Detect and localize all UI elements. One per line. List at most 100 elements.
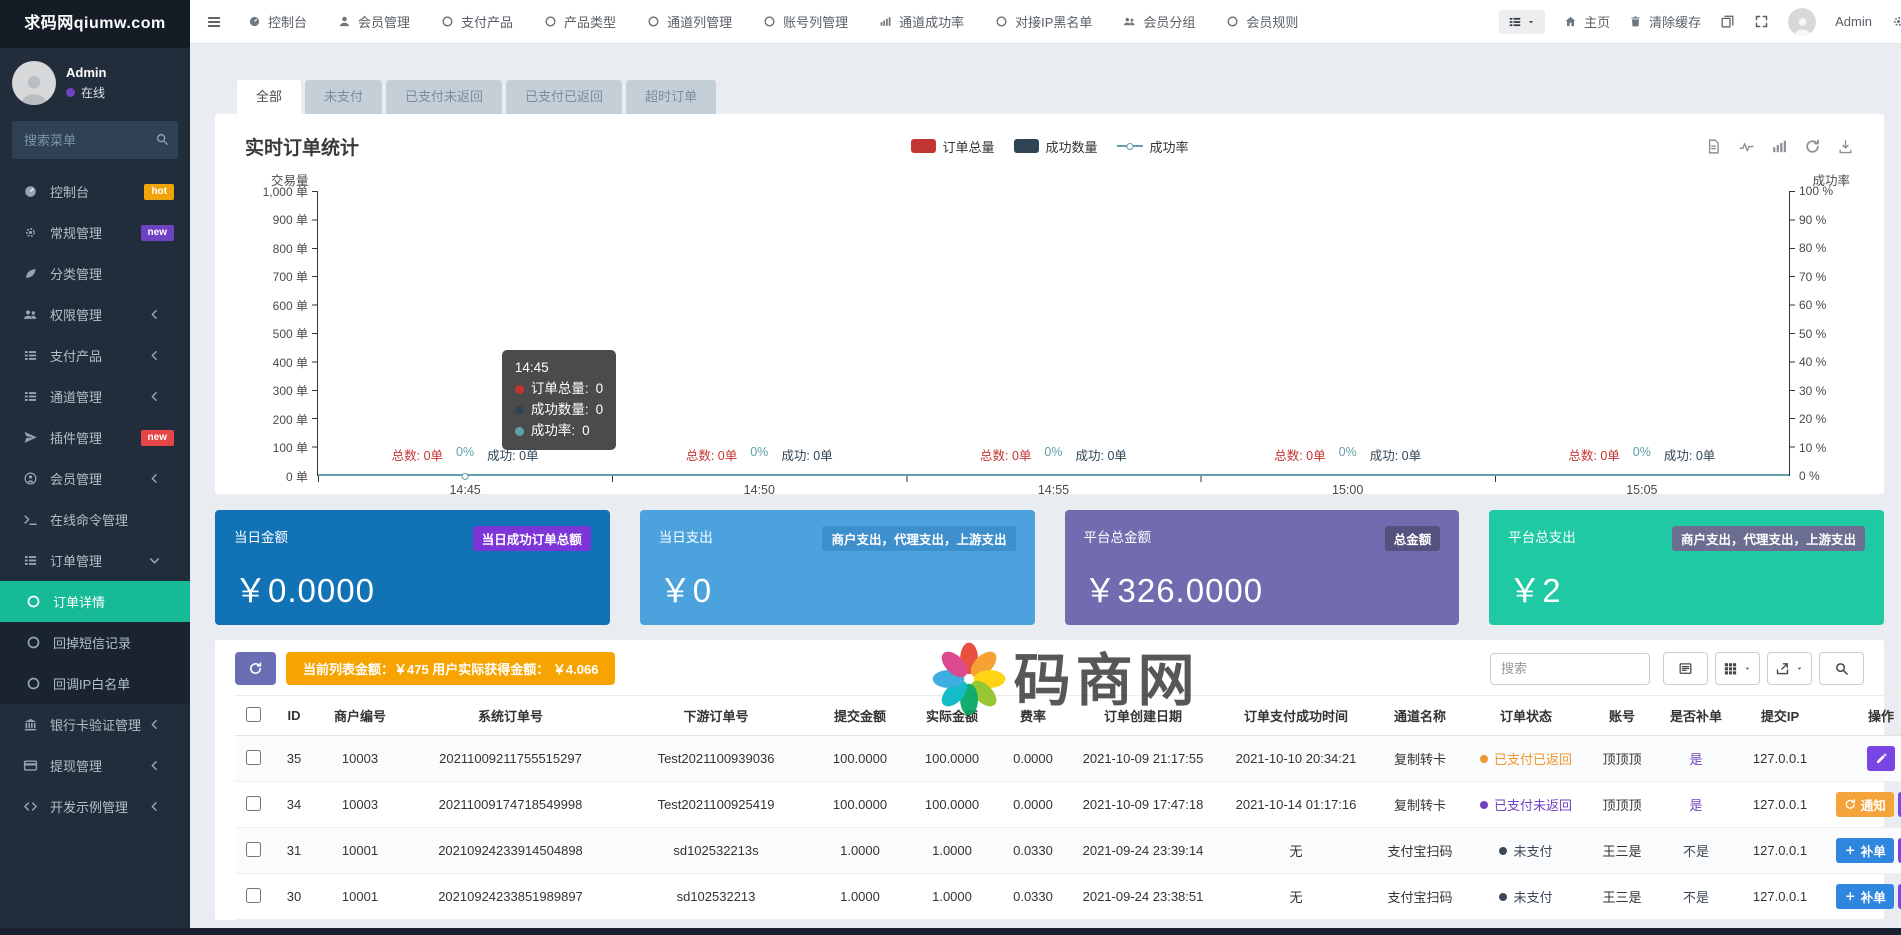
sidebar-item-3[interactable]: 权限管理	[0, 294, 190, 335]
edit-button[interactable]	[1867, 746, 1895, 771]
line-chart-icon[interactable]	[1738, 138, 1755, 155]
detail-view-button[interactable]	[1663, 652, 1708, 685]
sidebar-item-8[interactable]: 在线命令管理	[0, 499, 190, 540]
topnav-item-label: 会员规则	[1246, 12, 1298, 31]
column-header-7[interactable]: 订单创建日期	[1068, 696, 1218, 736]
column-header-2[interactable]: 系统订单号	[403, 696, 618, 736]
stat-card-value: ￥0	[659, 564, 1016, 612]
user-profile: Admin 在线	[0, 48, 190, 111]
docs-icon[interactable]	[1720, 14, 1735, 29]
row-checkbox[interactable]	[246, 796, 261, 811]
topnav-item-7[interactable]: 对接IP黑名单	[995, 12, 1092, 31]
topnav-item-5[interactable]: 账号列管理	[763, 12, 848, 31]
save-image-icon[interactable]	[1837, 138, 1854, 155]
sidebar-item-4[interactable]: 支付产品	[0, 335, 190, 376]
column-header-8[interactable]: 订单支付成功时间	[1218, 696, 1374, 736]
topnav-item-label: 支付产品	[461, 12, 513, 31]
refresh-button[interactable]	[235, 652, 276, 685]
legend-item-2[interactable]: 成功率	[1117, 137, 1189, 156]
cell-sys_no: 20211009174718549998	[403, 782, 618, 828]
topnav-item-4[interactable]: 通道列管理	[647, 12, 732, 31]
column-header-13[interactable]: 提交IP	[1734, 696, 1826, 736]
topnav-item-9[interactable]: 会员规则	[1226, 12, 1298, 31]
cell-merchant: 10001	[317, 874, 403, 920]
table-search-input[interactable]	[1490, 653, 1650, 685]
columns-grid-icon	[1723, 661, 1738, 676]
stat-card-label: 平台总支出	[1508, 526, 1576, 546]
columns-button[interactable]	[1715, 652, 1760, 685]
tab-1[interactable]: 未支付	[305, 80, 382, 114]
restore-icon[interactable]	[1804, 138, 1821, 155]
row-checkbox[interactable]	[246, 750, 261, 765]
legend-item-1[interactable]: 成功数量	[1013, 137, 1097, 156]
sidebar-item-7[interactable]: 会员管理	[0, 458, 190, 499]
sidebar-item-10[interactable]: 订单详情	[0, 581, 190, 622]
sidebar-item-14[interactable]: 提现管理	[0, 745, 190, 786]
amount-alert: 当前列表金额：￥475 用户实际获得金额： ￥4.066	[286, 652, 615, 685]
bar-chart-icon[interactable]	[1771, 138, 1788, 155]
tab-4[interactable]: 超时订单	[626, 80, 716, 114]
column-header-1[interactable]: 商户编号	[317, 696, 403, 736]
legend-item-0[interactable]: 订单总量	[910, 137, 994, 156]
topnav-item-3[interactable]: 产品类型	[544, 12, 616, 31]
sidebar-item-11[interactable]: 回掉短信记录	[0, 622, 190, 663]
sidebar-item-label: 会员管理	[50, 469, 102, 488]
topnav-item-6[interactable]: 通道成功率	[879, 12, 964, 31]
column-header-0[interactable]: ID	[271, 696, 317, 736]
topnav-item-8[interactable]: 会员分组	[1123, 12, 1195, 31]
sidebar-item-label: 订单详情	[53, 592, 105, 611]
table-search-button[interactable]	[1819, 652, 1864, 685]
sidebar-item-9[interactable]: 订单管理	[0, 540, 190, 581]
column-header-6[interactable]: 费率	[998, 696, 1068, 736]
fullscreen-icon[interactable]	[1754, 14, 1769, 29]
topnav-item-1[interactable]: 会员管理	[338, 12, 410, 31]
column-header-9[interactable]: 通道名称	[1374, 696, 1466, 736]
sidebar-item-6[interactable]: 插件管理new	[0, 417, 190, 458]
cell-down_no: Test2021100939036	[618, 736, 814, 782]
tab-0[interactable]: 全部	[237, 80, 301, 114]
topnav: 控制台 会员管理 支付产品 产品类型 通道列管理 账号列管理 通道成功率 对接IP黑名单 会员分…	[190, 0, 1901, 44]
sidebar-search-input[interactable]	[12, 121, 178, 159]
home-link[interactable]: 主页	[1564, 12, 1610, 31]
topnav-item-2[interactable]: 支付产品	[441, 12, 513, 31]
point-total-label: 总数: 0单	[1568, 445, 1619, 464]
column-header-12[interactable]: 是否补单	[1658, 696, 1734, 736]
stat-card-badge: 总金额	[1385, 526, 1441, 551]
layout-dropdown-button[interactable]	[1499, 10, 1545, 34]
sidebar-item-13[interactable]: 银行卡验证管理	[0, 704, 190, 745]
sidebar-item-2[interactable]: 分类管理	[0, 253, 190, 294]
sidebar-item-15[interactable]: 开发示例管理	[0, 786, 190, 827]
avatar[interactable]	[1788, 8, 1816, 36]
notify-button[interactable]: 通知	[1836, 792, 1894, 817]
sidebar-item-5[interactable]: 通道管理	[0, 376, 190, 417]
cell-down_no: Test2021100925419	[618, 782, 814, 828]
column-header-11[interactable]: 账号	[1586, 696, 1658, 736]
username-label[interactable]: Admin	[1835, 14, 1872, 29]
row-checkbox[interactable]	[246, 842, 261, 857]
tab-3[interactable]: 已支付已返回	[506, 80, 622, 114]
export-button[interactable]	[1767, 652, 1812, 685]
column-header-5[interactable]: 实际金额	[906, 696, 998, 736]
clear-cache-link[interactable]: 清除缓存	[1629, 12, 1701, 31]
right-axis-name: 成功率	[1812, 170, 1850, 189]
menu-toggle-icon[interactable]	[206, 14, 222, 30]
select-all-checkbox[interactable]	[246, 707, 261, 722]
column-header-14[interactable]: 操作	[1826, 696, 1901, 736]
column-header-10[interactable]: 订单状态	[1466, 696, 1586, 736]
topnav-item-0[interactable]: 控制台	[248, 12, 307, 31]
sidebar-item-1[interactable]: 常规管理new	[0, 212, 190, 253]
data-view-icon[interactable]	[1705, 138, 1722, 155]
repair-button[interactable]: 补单	[1836, 838, 1894, 863]
row-checkbox[interactable]	[246, 888, 261, 903]
tab-2[interactable]: 已支付未返回	[386, 80, 502, 114]
status-text: 未支付	[1513, 887, 1552, 906]
point-rate-label: 0%	[1044, 445, 1062, 464]
column-header-3[interactable]: 下游订单号	[618, 696, 814, 736]
point-label-group: 总数: 0单0%成功: 0单	[1201, 445, 1495, 464]
sidebar-item-12[interactable]: 回调IP白名单	[0, 663, 190, 704]
column-header-4[interactable]: 提交金额	[814, 696, 906, 736]
gear-icon[interactable]	[1891, 14, 1901, 29]
status-text: 未支付	[1513, 841, 1552, 860]
repair-button[interactable]: 补单	[1836, 884, 1894, 909]
sidebar-item-0[interactable]: 控制台hot	[0, 171, 190, 212]
